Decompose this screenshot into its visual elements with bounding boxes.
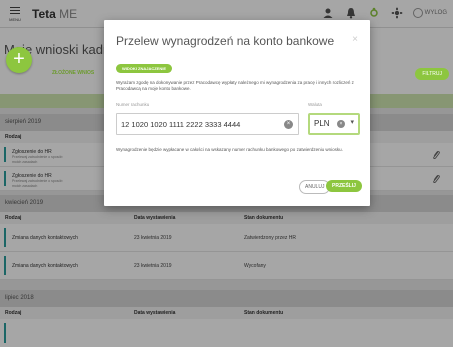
currency-label: Waluta — [308, 102, 322, 107]
add-request-button[interactable]: + — [6, 47, 32, 73]
currency-value: PLN — [314, 119, 330, 128]
clear-icon[interactable]: × — [337, 120, 345, 128]
tab-submitted-requests[interactable]: ZŁOŻONE WNIOS — [52, 70, 94, 76]
clear-icon[interactable]: × — [284, 120, 293, 129]
account-label: Numer rachunku — [116, 102, 150, 107]
chevron-down-icon[interactable]: ▾ — [350, 118, 354, 126]
currency-select[interactable]: PLN × ▾ — [308, 113, 360, 135]
account-number-input[interactable]: 12 1020 1020 1111 2222 3333 4444 × — [116, 113, 299, 135]
dialog-title: Przelew wynagrodzeń na konto bankowe — [116, 34, 335, 48]
close-icon[interactable]: × — [352, 34, 358, 45]
account-number-value: 12 1020 1020 1111 2222 3333 4444 — [121, 120, 241, 129]
consent-text: Wyrażam zgodę na dokonywanie przez Praco… — [116, 80, 354, 91]
filter-button[interactable]: FILTRUJ — [415, 68, 449, 80]
bank-transfer-dialog: Przelew wynagrodzeń na konto bankowe × W… — [104, 20, 370, 206]
status-badge: WIDOKI ZNAJACZENIE — [116, 64, 172, 73]
send-button[interactable]: PRZEŚLIJ — [326, 180, 362, 192]
info-note: Wynagrodzenie będzie wypłacane w całości… — [116, 147, 343, 152]
